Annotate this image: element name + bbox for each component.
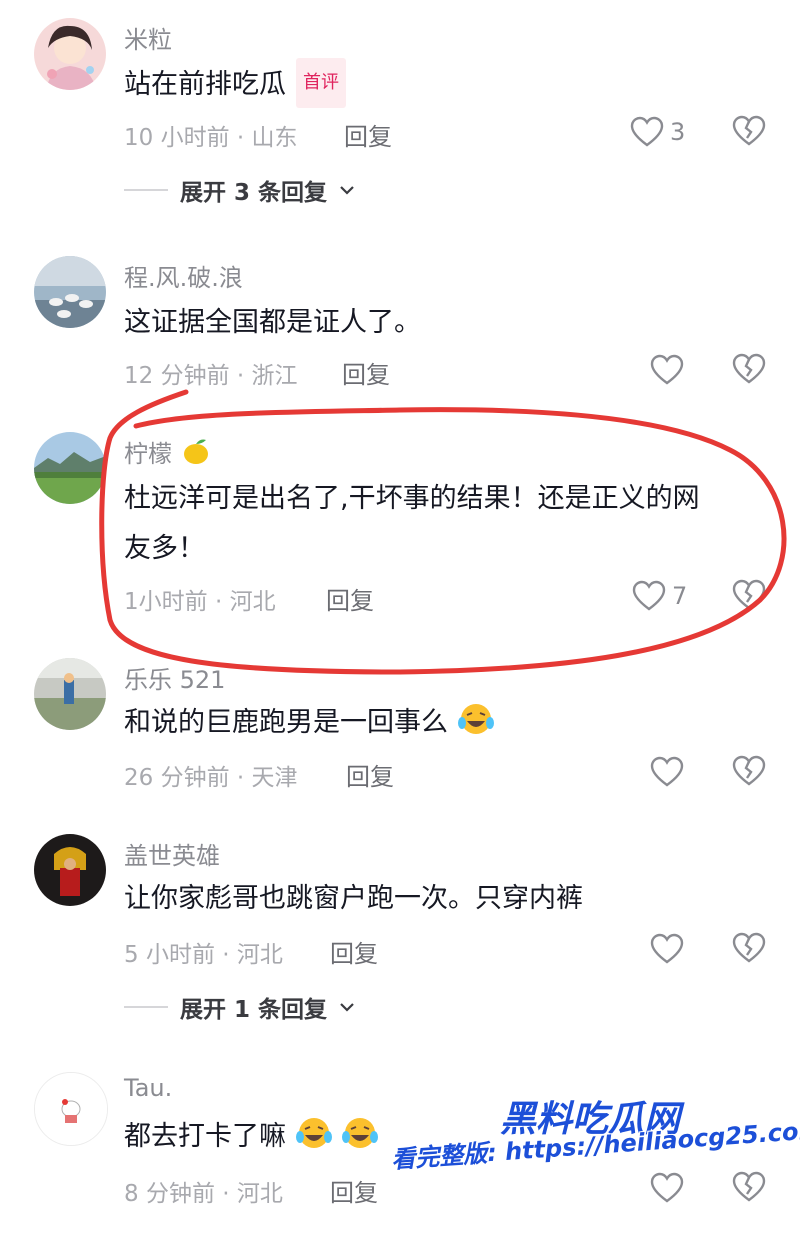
laughing-crying-emoji-icon (295, 1118, 332, 1148)
laughing-crying-emoji-icon (342, 1118, 379, 1148)
time-location: 8 分钟前 · 河北 (124, 1181, 283, 1207)
like-button[interactable] (650, 755, 684, 789)
reply-button[interactable]: 回复 (346, 757, 394, 792)
broken-heart-icon (732, 932, 766, 963)
chevron-down-icon (340, 1003, 354, 1012)
annotation-circle (99, 389, 787, 675)
dislike-button[interactable] (732, 932, 766, 966)
comment-text-content: 都去打卡了嘛 (124, 1121, 286, 1152)
laughing-crying-emoji-icon (457, 704, 494, 734)
avatar[interactable] (34, 834, 106, 906)
heart-icon (650, 933, 684, 964)
avatar[interactable] (34, 658, 106, 730)
dislike-button[interactable] (732, 755, 766, 789)
comment-text: 和说的巨鹿跑男是一回事么 (124, 700, 774, 746)
reply-button[interactable]: 回复 (330, 1173, 378, 1208)
username[interactable]: 乐乐 521 (124, 660, 225, 695)
expand-replies-button[interactable]: 展开 1 条回复 (124, 990, 355, 1024)
expand-replies-label: 展开 1 条回复 (180, 997, 328, 1023)
reply-button[interactable]: 回复 (330, 934, 378, 969)
time-location: 26 分钟前 · 天津 (124, 765, 298, 791)
broken-heart-icon (732, 755, 766, 786)
username[interactable]: Tau. (124, 1074, 172, 1102)
comment-text: 让你家彪哥也跳窗户跑一次。只穿内裤 (124, 883, 583, 914)
divider (124, 1006, 168, 1008)
heart-icon (650, 756, 684, 787)
watermark: 黑料吃瓜网 看完整版: https://heiliaocg25.com (390, 1090, 800, 1220)
time-location: 5 小时前 · 河北 (124, 942, 283, 968)
like-button[interactable] (650, 932, 684, 966)
comment-text-content: 和说的巨鹿跑男是一回事么 (124, 707, 448, 738)
username[interactable]: 盖世英雄 (124, 836, 220, 871)
avatar[interactable] (34, 1072, 108, 1146)
